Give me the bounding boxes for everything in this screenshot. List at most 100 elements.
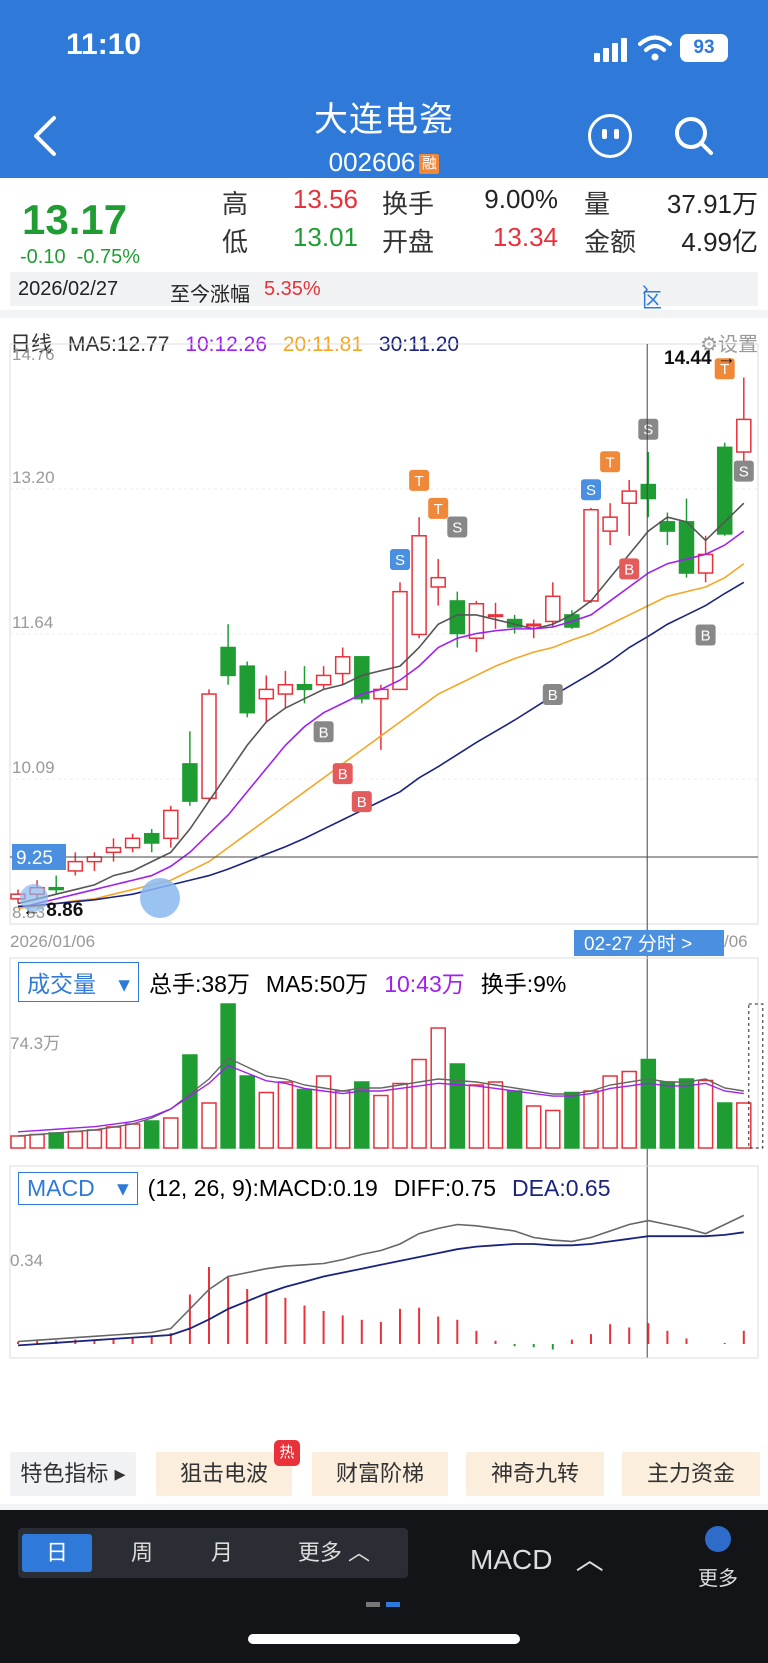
- volume-total: 总手:38万: [148, 971, 250, 997]
- slide-handle-icon: [20, 884, 48, 912]
- since-label: 至今涨幅: [170, 284, 250, 306]
- candle-up: [487, 614, 504, 618]
- candle-down: [48, 886, 64, 891]
- volume-bar: [659, 1081, 676, 1149]
- volume-bar: [697, 1079, 714, 1149]
- y-tick-label: 11.64: [12, 613, 53, 632]
- volume-bar: [334, 1090, 351, 1149]
- magic-nine-button[interactable]: 神奇九转: [466, 1452, 604, 1496]
- special-indicator-button[interactable]: 特色指标 ▸: [10, 1452, 136, 1496]
- volume-bar: [411, 1058, 427, 1149]
- macd-diff: DIFF:0.75: [393, 1175, 497, 1201]
- period-more-label: 更多: [297, 1540, 342, 1565]
- change-percent: -0.75%: [76, 246, 141, 268]
- quote-panel: 13.17 -0.10 -0.75% 高 13.56 低 13.01 换手 9.…: [0, 178, 768, 399]
- wifi-icon: [638, 35, 672, 61]
- more-button[interactable]: 更多: [694, 1526, 742, 1591]
- hot-badge: 热: [274, 1440, 300, 1466]
- volume-turnover: 换手:9%: [480, 971, 567, 997]
- volume-bar: [239, 1075, 255, 1149]
- volume-ma5: MA5:50万: [265, 971, 369, 997]
- volume-label: 量: [584, 189, 611, 219]
- macd-selector[interactable]: MACD ▾: [18, 1172, 138, 1205]
- battery-level: 93: [680, 34, 728, 62]
- wealth-ladder-button[interactable]: 财富阶梯: [312, 1452, 448, 1496]
- period-selector: 日 周 月 更多 ︿: [18, 1528, 408, 1578]
- zoom-toggle-icon: [140, 878, 180, 918]
- period-day[interactable]: 日: [22, 1534, 92, 1572]
- sniper-wave-button[interactable]: 狙击电波热: [156, 1440, 300, 1496]
- period-week[interactable]: 周: [112, 1534, 172, 1572]
- candle-up: [545, 595, 561, 623]
- stock-code-row: 002606 融: [0, 147, 768, 178]
- indicator-selector[interactable]: MACD ︿: [470, 1538, 604, 1578]
- volume-bar: [277, 1081, 294, 1149]
- title-block: 大连电瓷 002606 融: [0, 92, 768, 178]
- signal-marker-text: S: [586, 482, 596, 499]
- selected-date: 2026/02/27: [18, 278, 119, 300]
- open-value: 13.34: [492, 222, 558, 252]
- period-more[interactable]: 更多 ︿: [274, 1534, 394, 1572]
- signal-marker-text: T: [415, 473, 424, 490]
- chart-area[interactable]: 日线 MA5:12.77 10:12.26 20:11.81 30:11.20 …: [0, 318, 768, 1448]
- customer-service-button[interactable]: [588, 114, 632, 158]
- candle-down: [239, 665, 255, 714]
- signal-marker-text: B: [548, 687, 558, 704]
- volume-ma10: 10:43万: [384, 971, 465, 997]
- volume-bar: [163, 1117, 179, 1149]
- candle-down: [296, 683, 313, 691]
- macd-params: (12, 26, 9):MACD:0.19: [147, 1175, 378, 1201]
- signal-marker-text: B: [357, 794, 367, 811]
- search-button[interactable]: [670, 112, 718, 160]
- stock-name: 大连电瓷: [314, 101, 454, 139]
- volume-bar: [678, 1078, 695, 1149]
- candle-up: [602, 516, 618, 532]
- high-value: 13.56: [292, 184, 358, 214]
- candle-up: [124, 837, 141, 849]
- volume-bar: [373, 1094, 389, 1149]
- wealth-ladder-label: 财富阶梯: [335, 1461, 424, 1486]
- macd-y-tick: 0.34: [10, 1251, 43, 1270]
- candle-up: [736, 418, 752, 453]
- candle-up: [277, 683, 294, 695]
- macd-header: MACD ▾ (12, 26, 9):MACD:0.19 DIFF:0.75 DEA:…: [18, 1172, 627, 1205]
- candle-up: [430, 576, 446, 588]
- candle-down: [220, 646, 236, 677]
- candle-down: [659, 521, 676, 532]
- main-fund-button[interactable]: 主力资金: [622, 1452, 760, 1496]
- volume-bar: [506, 1090, 523, 1149]
- candle-up: [201, 693, 217, 800]
- macd-dea: DEA:0.65: [512, 1175, 611, 1201]
- turnover-field: 换手 9.00%: [382, 184, 558, 219]
- signal-marker-text: S: [739, 464, 749, 481]
- change-value: -0.10: [20, 246, 66, 268]
- volume-bar: [468, 1084, 485, 1149]
- volume-field: 量 37.91万: [584, 184, 758, 219]
- candle-up: [583, 508, 599, 602]
- price-change: -0.10 -0.75%: [20, 246, 140, 269]
- candle-up: [411, 535, 427, 636]
- volume-bar: [564, 1091, 580, 1149]
- volume-bar: [67, 1130, 84, 1149]
- candle-up: [525, 623, 542, 627]
- signal-marker-text: T: [434, 501, 443, 518]
- turnover-value: 9.00%: [484, 184, 558, 214]
- volume-bar: [48, 1132, 64, 1149]
- max-price-label: 14.44 →: [664, 348, 736, 369]
- signal-marker-text: B: [624, 561, 634, 578]
- crosshair-tip: 02-27 分时 >: [584, 933, 692, 955]
- volume-bar: [487, 1081, 504, 1149]
- range-stat-link[interactable]: 区间统计 ›: [642, 278, 662, 399]
- volume-bar: [124, 1123, 141, 1149]
- turnover-label: 换手: [382, 189, 435, 219]
- sniper-wave-label: 狙击电波: [179, 1461, 268, 1486]
- period-month[interactable]: 月: [192, 1534, 252, 1572]
- signal-marker-text: S: [643, 422, 653, 439]
- volume-selector[interactable]: 成交量 ▾: [18, 962, 139, 1002]
- more-label: 更多: [698, 1568, 738, 1590]
- volume-bar: [201, 1102, 217, 1149]
- volume-bar: [29, 1133, 45, 1149]
- candle-up: [258, 688, 275, 700]
- chart-canvas: 14.7613.2011.6410.098.53STTSBBBBSTSBBTS9…: [9, 343, 764, 1359]
- crosshair-price: 9.25: [16, 848, 53, 869]
